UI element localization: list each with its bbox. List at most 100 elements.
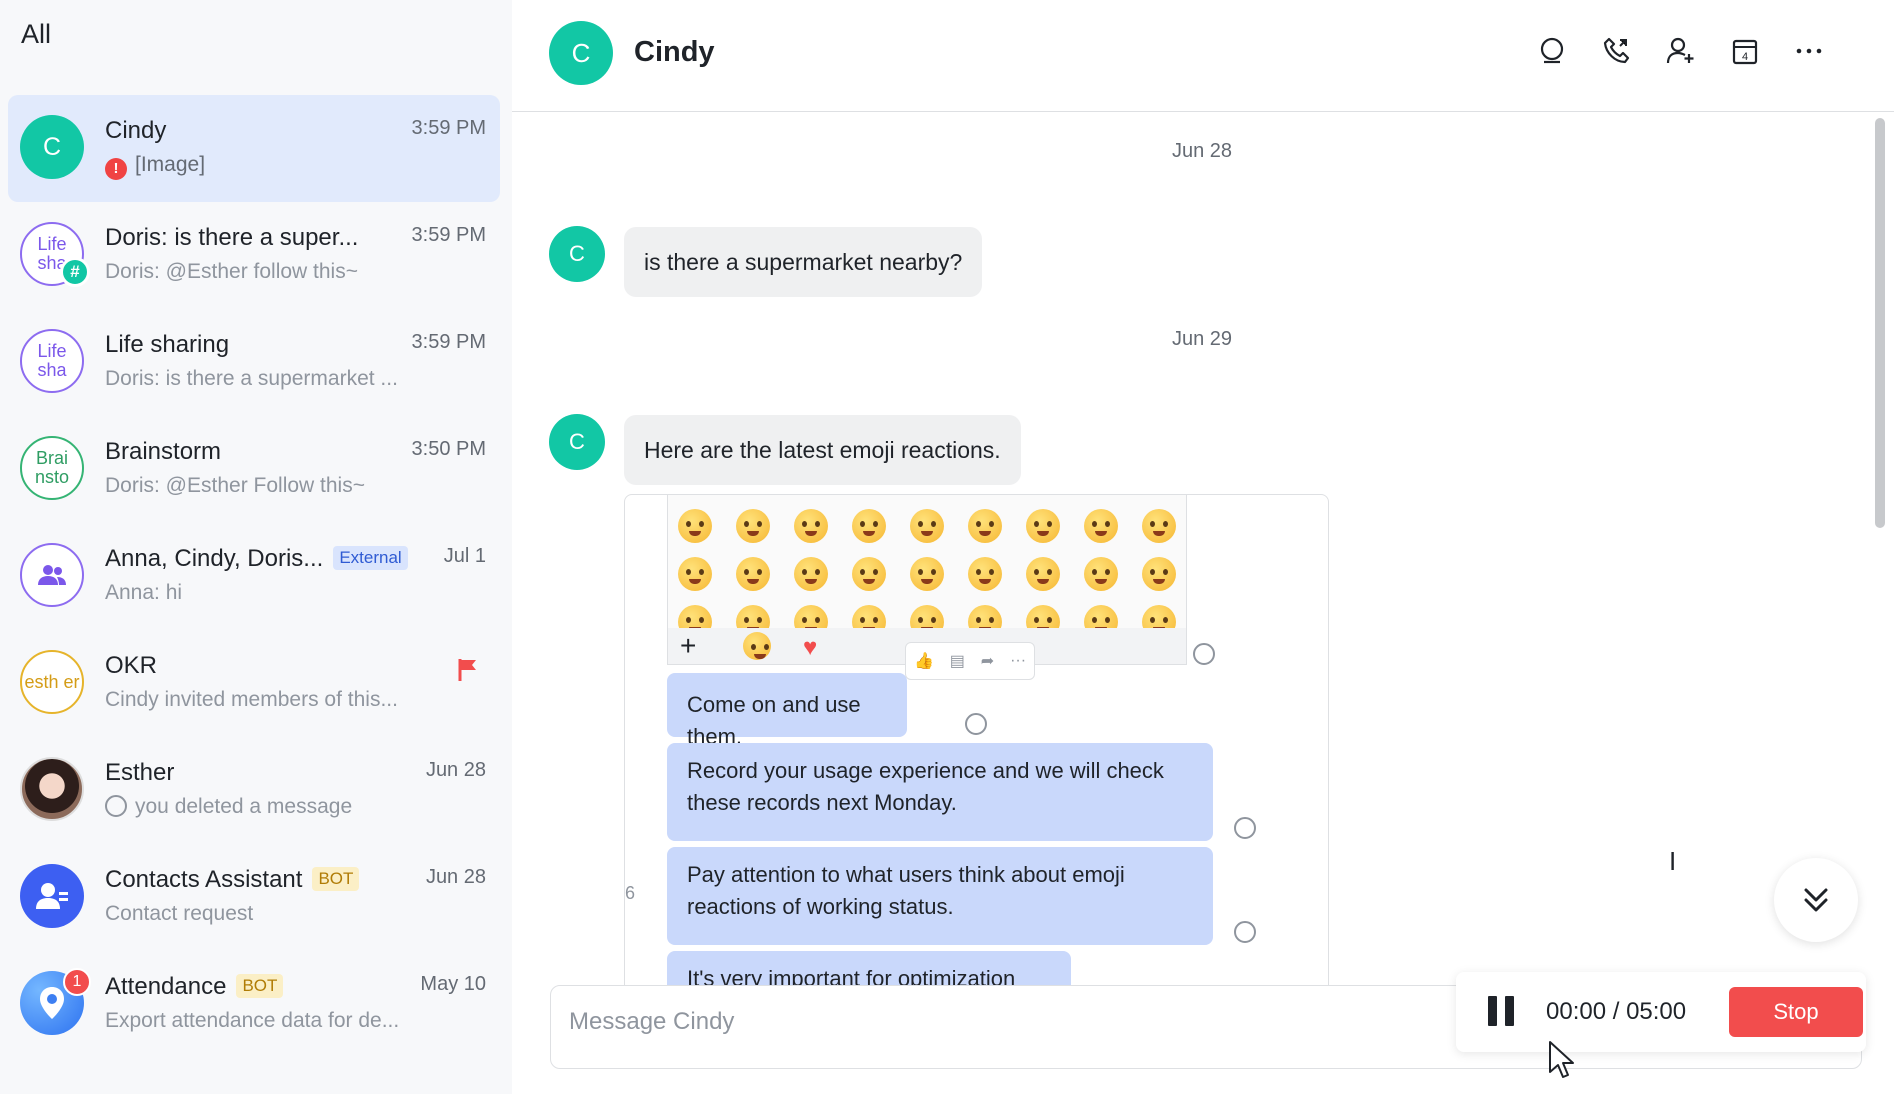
bot-tag: BOT (312, 867, 360, 891)
message-avatar[interactable]: C (549, 414, 605, 470)
plus-icon: + (680, 630, 697, 661)
emoji-icon (743, 632, 771, 660)
pause-icon[interactable] (1486, 996, 1516, 1026)
sidebar-title: All (21, 19, 52, 49)
error-icon: ! (105, 157, 127, 180)
add-member-button[interactable] (1664, 34, 1698, 68)
conversation-name: Cindy (105, 117, 167, 144)
message-bubble[interactable]: Here are the latest emoji reactions. (624, 415, 1021, 485)
emoji-icon (968, 557, 1002, 591)
scroll-to-bottom-button[interactable] (1774, 858, 1858, 942)
emoji-icon (1026, 557, 1060, 591)
heart-icon: ♥ (803, 634, 818, 661)
conversation-sidebar: All C Cindy 3:59 PM ! [Image] Life sha # … (0, 0, 512, 1094)
reply-bubble: Pay attention to what users think about … (667, 847, 1213, 945)
conversation-time: 3:50 PM (411, 438, 486, 460)
conversation-preview: Doris: @Esther follow this~ (105, 260, 358, 283)
scrollbar[interactable] (1875, 118, 1885, 528)
search-icon (1540, 37, 1564, 64)
emoji-screenshot: + ♥ (667, 495, 1187, 665)
phone-icon (1603, 37, 1630, 64)
conversation-item-attendance[interactable]: 1 Attendance BOT May 10 Export attendance… (8, 951, 500, 1058)
conversation-time: Jun 28 (425, 759, 486, 781)
emoji-icon (794, 509, 828, 543)
select-circle (1234, 921, 1256, 943)
conversation-preview: Doris: is there a supermarket ... (105, 367, 398, 390)
flag-icon[interactable] (458, 658, 478, 682)
emoji-icon (678, 509, 712, 543)
chat-panel: C Cindy 4 Jun 28 C is there a supermarke… (512, 0, 1894, 1094)
message-avatar[interactable]: C (549, 226, 605, 282)
stop-button[interactable]: Stop (1729, 987, 1863, 1037)
group-avatar (20, 543, 84, 607)
double-chevron-down-icon (1804, 888, 1828, 912)
call-button[interactable] (1600, 34, 1634, 68)
conversation-preview: Doris: @Esther Follow this~ (105, 474, 365, 497)
conversation-name-text: Contacts Assistant (105, 866, 303, 893)
group-icon (38, 565, 66, 585)
conversation-name-text: Anna, Cindy, Doris... (105, 545, 324, 572)
conversation-time: 3:59 PM (411, 331, 486, 353)
message-bubble[interactable]: is there a supermarket nearby? (624, 227, 983, 297)
conversation-name: Brainstorm (105, 438, 222, 465)
conversation-preview: Export attendance data for de... (105, 1009, 400, 1032)
conversation-name: Anna, Cindy, Doris... External (105, 545, 408, 573)
more-icon: ··· (1010, 652, 1027, 669)
calendar-button[interactable]: 4 (1728, 34, 1762, 68)
voice-recorder: 00:00 / 05:00 Stop (1456, 972, 1866, 1052)
conversation-item-cindy[interactable]: C Cindy 3:59 PM ! [Image] (8, 95, 500, 202)
conversation-name: Contacts Assistant BOT (105, 866, 360, 894)
contact-person-icon (36, 883, 68, 909)
preview-text: you deleted a message (135, 795, 353, 818)
message-input[interactable] (569, 1008, 1269, 1036)
conversation-time: Jun 28 (425, 866, 486, 888)
select-circle (1193, 643, 1215, 665)
conversation-item-group[interactable]: Anna, Cindy, Doris... External Jul 1 Anna… (8, 523, 500, 630)
unread-badge: 1 (63, 968, 91, 996)
conversation-item-esther[interactable]: Esther Jun 28 you deleted a message (8, 737, 500, 844)
message-hover-toolbar: 👍 ▤ ➦ ··· (905, 642, 1035, 680)
avatar: C (20, 115, 84, 179)
thumbs-up-icon: 👍 (913, 653, 934, 670)
emoji-icon (910, 509, 944, 543)
select-circle (1234, 817, 1256, 839)
chat-title[interactable]: Cindy (634, 36, 715, 69)
deleted-icon (105, 795, 127, 817)
cropped-fragment: 6 (625, 883, 636, 903)
chat-avatar[interactable]: C (549, 21, 613, 85)
emoji-icon (794, 557, 828, 591)
image-message[interactable]: + ♥ Come on and use them. 👍 ▤ ➦ ··· Reco… (624, 494, 1329, 994)
conversation-name: Esther (105, 759, 175, 786)
avatar-photo (20, 757, 84, 821)
more-button[interactable] (1792, 34, 1826, 68)
conversation-item-life-sharing[interactable]: Life sha Life sharing 3:59 PM Doris: is … (8, 309, 500, 416)
conversation-item-okr[interactable]: esth er OKR Cindy invited members of thi… (8, 630, 500, 737)
conversation-name: OKR (105, 652, 158, 679)
emoji-icon (1142, 557, 1176, 591)
conversation-name-text: Attendance (105, 973, 227, 1000)
bot-tag: BOT (236, 974, 284, 998)
avatar: esth er (20, 650, 84, 714)
conversation-name: Doris: is there a super... (105, 224, 359, 251)
date-separator: Jun 28 (1172, 140, 1233, 162)
reply-bubble: Come on and use them. (667, 673, 907, 749)
more-icon (1796, 48, 1822, 54)
emoji-icon (736, 557, 770, 591)
add-member-icon (1666, 37, 1694, 64)
conversation-preview: Contact request (105, 902, 254, 925)
emoji-icon (1084, 509, 1118, 543)
emoji-icon (1026, 509, 1060, 543)
conversation-preview: ! [Image] (105, 153, 205, 180)
search-button[interactable] (1536, 34, 1570, 68)
header-actions: 4 (1536, 34, 1826, 68)
conversation-list: C Cindy 3:59 PM ! [Image] Life sha # Dori… (8, 95, 500, 1058)
emoji-icon (852, 557, 886, 591)
conversation-item-contacts-assistant[interactable]: Contacts Assistant BOT Jun 28 Contact req… (8, 844, 500, 951)
avatar: Life sha (20, 329, 84, 393)
conversation-item-brainstorm[interactable]: Brai nsto Brainstorm 3:50 PM Doris: @Est… (8, 416, 500, 523)
mouse-cursor-icon (1549, 1041, 1574, 1078)
text-cursor-icon: I (1669, 846, 1677, 876)
emoji-icon (736, 509, 770, 543)
avatar: Brai nsto (20, 436, 84, 500)
conversation-item-doris[interactable]: Life sha # Doris: is there a super... 3:… (8, 202, 500, 309)
